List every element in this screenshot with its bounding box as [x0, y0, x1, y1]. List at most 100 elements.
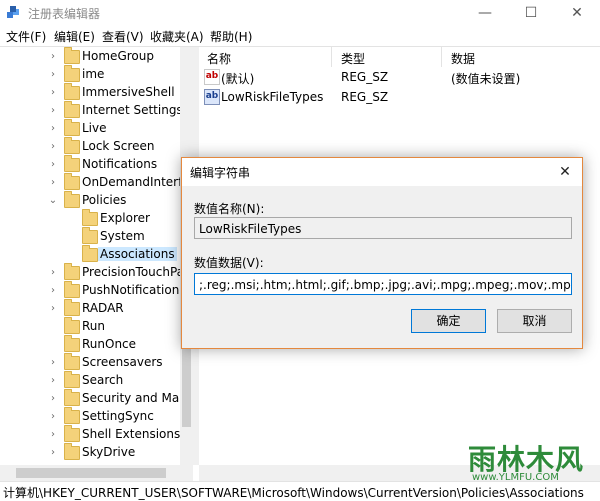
watermark: 雨林木风 www.YLMFU.COM	[468, 438, 598, 488]
tree-label: Internet Settings	[82, 103, 183, 117]
watermark-url: www.YLMFU.COM	[472, 472, 559, 483]
menu-file[interactable]: 文件(F)	[6, 28, 46, 45]
tree-item-ondemandinterface[interactable]: › OnDemandInterfa	[0, 173, 193, 192]
tree-hscroll-thumb[interactable]	[16, 468, 166, 478]
collapse-icon[interactable]: ⌄	[48, 193, 58, 209]
registry-tree: › HomeGroup › ime › ImmersiveShell › Int…	[0, 47, 193, 465]
tree-item-security-and-maintenance[interactable]: › Security and Maint	[0, 389, 193, 408]
tree-item-precisiontouchpad[interactable]: › PrecisionTouchPac	[0, 263, 193, 282]
tree-item-homegroup[interactable]: › HomeGroup	[0, 47, 193, 66]
tree-label: RADAR	[82, 301, 124, 315]
dialog-title-bar: 编辑字符串 ✕	[182, 158, 582, 186]
expand-icon[interactable]: ›	[48, 139, 58, 155]
folder-icon	[82, 245, 98, 262]
expand-icon[interactable]: ›	[48, 121, 58, 137]
value-row-lowriskfiletypes[interactable]: ab LowRiskFileTypes REG_SZ	[199, 87, 599, 107]
menu-edit[interactable]: 编辑(E)	[54, 28, 95, 45]
tree-label: PrecisionTouchPac	[82, 265, 191, 279]
column-header-type[interactable]: 类型	[341, 50, 365, 67]
tree-item-pushnotifications[interactable]: › PushNotifications	[0, 281, 193, 300]
folder-icon	[64, 353, 80, 370]
value-data-input[interactable]: ;.reg;.msi;.htm;.html;.gif;.bmp;.jpg;.av…	[194, 273, 572, 295]
expand-icon[interactable]: ›	[48, 427, 58, 443]
tree-label: Notifications	[82, 157, 158, 171]
tree-item-runonce[interactable]: RunOnce	[0, 335, 193, 354]
column-divider[interactable]	[441, 47, 442, 67]
tree-label: Search	[82, 373, 124, 387]
tree-item-settingsync[interactable]: › SettingSync	[0, 407, 193, 426]
folder-icon	[64, 443, 80, 460]
tree-item-notifications[interactable]: › Notifications	[0, 155, 193, 174]
value-data-label: 数值数据(V):	[194, 256, 264, 270]
folder-icon	[64, 47, 80, 64]
value-type: REG_SZ	[341, 70, 389, 84]
tree-item-associations[interactable]: Associations	[0, 245, 193, 264]
expand-icon[interactable]: ›	[48, 265, 58, 281]
tree-item-radar[interactable]: › RADAR	[0, 299, 193, 318]
dialog-title: 编辑字符串	[190, 166, 251, 180]
expand-icon[interactable]: ›	[48, 103, 58, 119]
tree-label: Screensavers	[82, 355, 163, 369]
folder-icon	[64, 335, 80, 352]
expand-icon[interactable]: ›	[48, 49, 58, 65]
menu-view[interactable]: 查看(V)	[102, 28, 144, 45]
expand-icon[interactable]: ›	[48, 301, 58, 317]
value-data: (数值未设置)	[451, 72, 521, 86]
value-name-field: LowRiskFileTypes	[194, 217, 572, 239]
expand-icon[interactable]: ›	[48, 175, 58, 191]
folder-icon	[64, 407, 80, 424]
tree-item-policies[interactable]: ⌄ Policies	[0, 191, 193, 210]
tree-label: ime	[82, 67, 105, 81]
tree-item-run[interactable]: Run	[0, 317, 193, 336]
tree-item-search[interactable]: › Search	[0, 371, 193, 390]
string-value-icon: ab	[204, 69, 220, 85]
expand-icon[interactable]: ›	[48, 283, 58, 299]
folder-icon	[82, 227, 98, 244]
expand-icon[interactable]: ›	[48, 391, 58, 407]
value-name: (默认)	[221, 72, 255, 86]
dialog-close-button[interactable]: ✕	[548, 158, 582, 186]
tree-item-live[interactable]: › Live	[0, 119, 193, 138]
tree-label: ImmersiveShell	[82, 85, 175, 99]
tree-horizontal-scrollbar[interactable]	[0, 465, 193, 481]
close-button[interactable]: ✕	[554, 0, 600, 26]
folder-icon	[64, 425, 80, 442]
column-header-name[interactable]: 名称	[207, 50, 231, 67]
ok-button[interactable]: 确定	[411, 309, 486, 333]
maximize-button[interactable]: ☐	[508, 0, 554, 26]
expand-icon[interactable]: ›	[48, 409, 58, 425]
tree-label: PushNotifications	[82, 283, 186, 297]
tree-item-internet-settings[interactable]: › Internet Settings	[0, 101, 193, 120]
string-value-icon: ab	[204, 89, 220, 105]
tree-item-screensavers[interactable]: › Screensavers	[0, 353, 193, 372]
tree-item-shell-extensions[interactable]: › Shell Extensions	[0, 425, 193, 444]
folder-icon	[64, 65, 80, 82]
folder-icon	[64, 137, 80, 154]
folder-icon	[64, 281, 80, 298]
expand-icon[interactable]: ›	[48, 373, 58, 389]
tree-item-immersiveshell[interactable]: › ImmersiveShell	[0, 83, 193, 102]
menu-help[interactable]: 帮助(H)	[210, 28, 252, 45]
value-type: REG_SZ	[341, 90, 389, 104]
minimize-button[interactable]: —	[462, 0, 508, 26]
tree-item-explorer[interactable]: Explorer	[0, 209, 193, 228]
tree-item-system[interactable]: System	[0, 227, 193, 246]
tree-item-skydrive[interactable]: › SkyDrive	[0, 443, 193, 462]
expand-icon[interactable]: ›	[48, 445, 58, 461]
value-row-default[interactable]: ab (默认) REG_SZ (数值未设置)	[199, 67, 599, 87]
tree-label: SettingSync	[82, 409, 154, 423]
tree-item-ime[interactable]: › ime	[0, 65, 193, 84]
tree-item-lock-screen[interactable]: › Lock Screen	[0, 137, 193, 156]
tree-label: Shell Extensions	[82, 427, 181, 441]
value-name: LowRiskFileTypes	[221, 90, 324, 104]
tree-label: RunOnce	[82, 337, 137, 351]
expand-icon[interactable]: ›	[48, 355, 58, 371]
expand-icon[interactable]: ›	[48, 157, 58, 173]
expand-icon[interactable]: ›	[48, 85, 58, 101]
tree-label: Security and Maint	[82, 391, 193, 405]
column-divider[interactable]	[331, 47, 332, 67]
cancel-button[interactable]: 取消	[497, 309, 572, 333]
expand-icon[interactable]: ›	[48, 67, 58, 83]
column-header-data[interactable]: 数据	[451, 50, 475, 67]
menu-favorites[interactable]: 收藏夹(A)	[150, 28, 204, 45]
